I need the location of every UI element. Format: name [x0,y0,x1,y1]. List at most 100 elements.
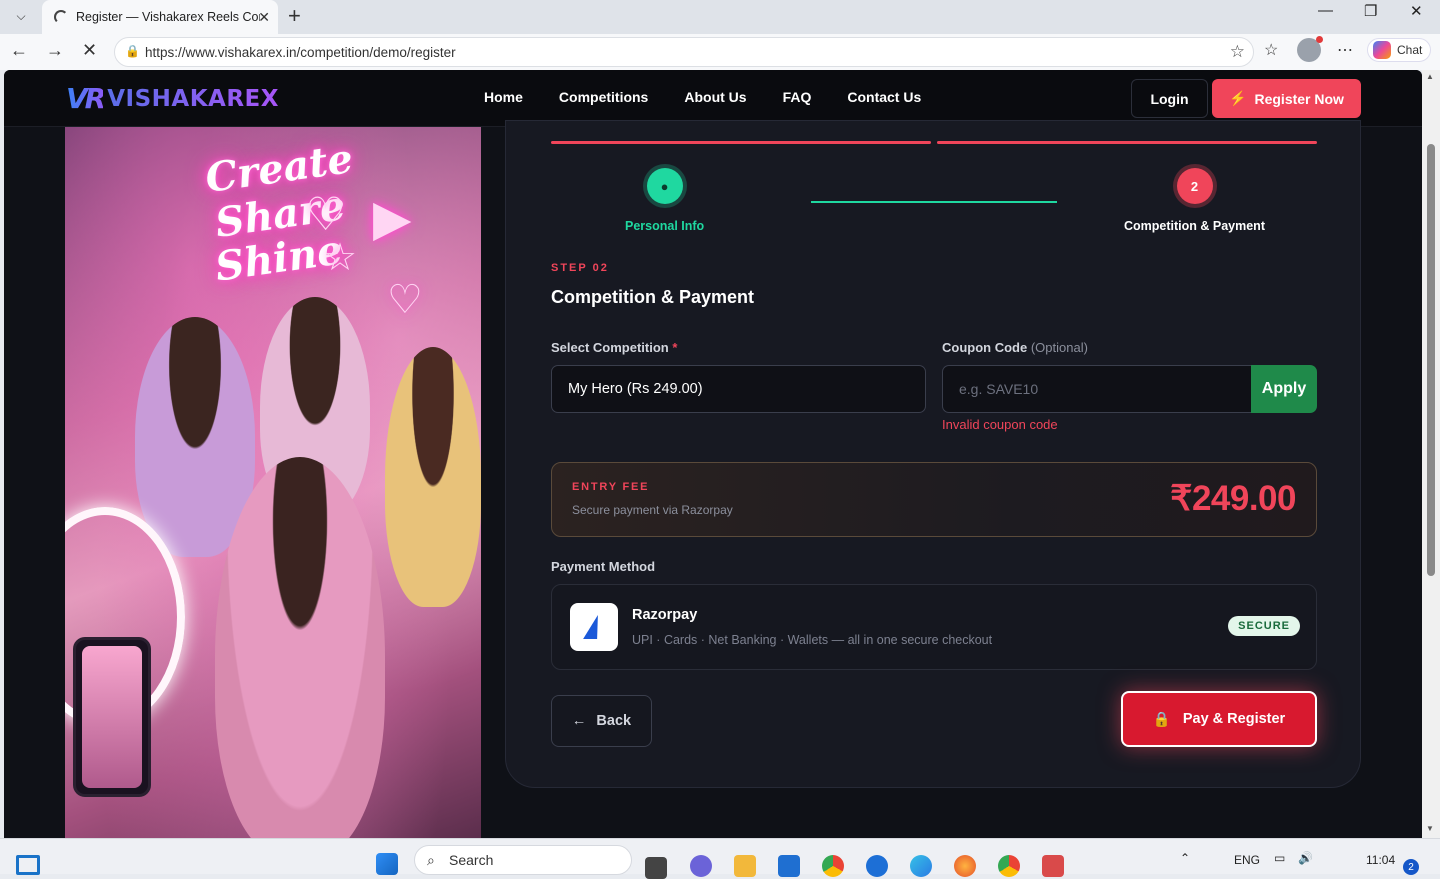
network-icon[interactable]: ▭ [1274,851,1285,865]
neon-star-icon: ☆ [323,237,358,279]
forward-arrow-icon[interactable]: → [46,40,64,61]
fee-subtext: Secure payment via Razorpay [572,503,733,517]
payment-name: Razorpay [632,607,698,623]
razorpay-logo-icon [570,603,618,651]
new-tab-icon[interactable]: + [288,3,301,29]
step-label: Personal Info [625,219,705,233]
search-icon: ⌕ [427,852,435,868]
progress-bar-segment [937,141,1317,144]
arrow-left-icon: ← [571,713,587,729]
lock-icon[interactable]: 🔒 [125,44,140,58]
scroll-down-icon[interactable]: ▼ [1426,824,1434,833]
nav-contact-us[interactable]: Contact Us [847,89,921,105]
profile-avatar-icon[interactable] [1297,36,1323,62]
registration-card: ● Personal Info 2 Competition & Payment … [505,120,1361,788]
chat-label: Chat [1397,43,1423,57]
browser-tab-active[interactable]: Register — Vishakarex Reels Comp ✕ [42,0,278,34]
nav-faq[interactable]: FAQ [783,89,812,105]
notification-badge[interactable]: 2 [1403,859,1419,875]
nav-competitions[interactable]: Competitions [559,89,648,105]
lightning-icon: ⚡ [1229,90,1247,106]
neon-heart-bubble-icon: ♡ [387,278,423,322]
step-connector [811,201,1057,203]
tab-title: Register — Vishakarex Reels Comp [76,10,260,24]
copilot-chat-button[interactable]: Chat [1367,38,1431,62]
hero-image: Create Share Shine ♡ ☆ ▶ ♡ [65,127,481,838]
taskbar-search[interactable]: ⌕ Search [414,845,632,875]
secure-badge: SECURE [1228,616,1300,636]
site-logo[interactable]: VR VISHAKAREX [66,82,279,115]
taskbar: ⌕ Search ⌃ ENG ▭ 🔊 11:04 2 [0,838,1440,879]
optional-hint: (Optional) [1030,340,1088,355]
step-personal-info: ● Personal Info [625,168,704,233]
coupon-error: Invalid coupon code [942,417,1058,432]
back-label: Back [596,713,632,729]
register-now-label: Register Now [1254,90,1344,107]
url-text: https://www.vishakarex.in/competition/de… [145,44,456,60]
neon-heart-icon: ♡ [305,188,347,240]
competition-label: Select Competition * [551,340,678,355]
step-tag: STEP 02 [551,262,609,274]
minimize-icon[interactable]: — [1318,2,1333,19]
coupon-input[interactable] [942,365,1252,413]
back-button[interactable]: ← Back [551,695,652,747]
step-number: 2 [1176,168,1213,204]
progress-bar-segment [551,141,931,144]
favorites-icon[interactable]: ☆ [1264,40,1278,60]
payment-method-label: Payment Method [551,559,656,574]
required-mark: * [672,340,678,355]
nav-about-us[interactable]: About Us [684,89,746,105]
scroll-up-icon[interactable]: ▲ [1426,72,1434,81]
pay-register-button[interactable]: 🔒 Pay & Register [1121,691,1317,747]
logo-text: VISHAKAREX [107,85,279,112]
payment-description: UPI · Cards · Net Banking · Wallets — al… [632,633,993,647]
fee-tag: ENTRY FEE [572,481,650,493]
language-indicator[interactable]: ENG [1234,853,1260,867]
clock-time[interactable]: 11:04 [1366,853,1395,867]
phone-prop [73,637,151,797]
widgets-icon[interactable] [16,855,40,875]
user-check-icon: ● [646,168,683,204]
register-now-button[interactable]: ⚡ Register Now [1212,79,1361,118]
step-label: Competition & Payment [1124,219,1265,233]
step-competition-payment: 2 Competition & Payment [1124,168,1265,233]
windows-start-icon[interactable] [376,853,398,875]
coupon-label: Coupon Code (Optional) [942,340,1088,355]
search-label: Search [449,852,494,868]
site-header: VR VISHAKAREX Home Competitions About Us… [4,70,1422,127]
favorite-star-icon[interactable]: ☆ [1230,42,1245,62]
page-viewport: VR VISHAKAREX Home Competitions About Us… [4,70,1422,838]
stop-loading-icon[interactable]: ✕ [82,40,97,61]
browser-tabbar: ⌵ Register — Vishakarex Reels Comp ✕ + —… [0,0,1440,34]
more-options-icon[interactable]: ⋯ [1337,40,1353,60]
login-button[interactable]: Login [1131,79,1208,118]
entry-fee-panel: ENTRY FEE Secure payment via Razorpay ₹2… [551,462,1317,537]
task-view-icon[interactable] [645,857,667,879]
copilot-icon [1373,41,1391,59]
fee-amount: ₹249.00 [1170,479,1296,518]
neon-clapperboard-icon: ▶ [373,190,412,246]
logo-mark: VR [66,82,106,115]
pay-label: Pay & Register [1182,711,1286,727]
apply-coupon-button[interactable]: Apply [1251,365,1317,413]
volume-icon[interactable]: 🔊 [1298,851,1313,865]
page-scrollbar[interactable]: ▲ ▼ [1422,70,1440,838]
main-nav: Home Competitions About Us FAQ Contact U… [484,89,921,105]
tab-close-icon[interactable]: ✕ [258,9,270,26]
window-close-icon[interactable]: ✕ [1410,2,1423,20]
tray-chevron-icon[interactable]: ⌃ [1180,851,1190,865]
person-figure [215,457,385,838]
address-bar[interactable]: 🔒 https://www.vishakarex.in/competition/… [114,37,1254,67]
back-arrow-icon[interactable]: ← [10,40,28,61]
person-figure [385,347,481,607]
restore-icon[interactable]: ❐ [1364,2,1377,20]
tab-list-chevron-icon[interactable]: ⌵ [8,4,34,28]
payment-option-razorpay[interactable]: Razorpay UPI · Cards · Net Banking · Wal… [551,584,1317,670]
competition-select[interactable]: My Hero (Rs 249.00) [551,365,926,413]
lock-icon: 🔒 [1152,711,1171,728]
nav-home[interactable]: Home [484,89,523,105]
loading-spinner-icon [54,10,68,24]
browser-toolbar: ← → ✕ 🔒 https://www.vishakarex.in/compet… [0,34,1440,70]
step-title: Competition & Payment [551,287,755,307]
scroll-thumb[interactable] [1427,144,1435,576]
